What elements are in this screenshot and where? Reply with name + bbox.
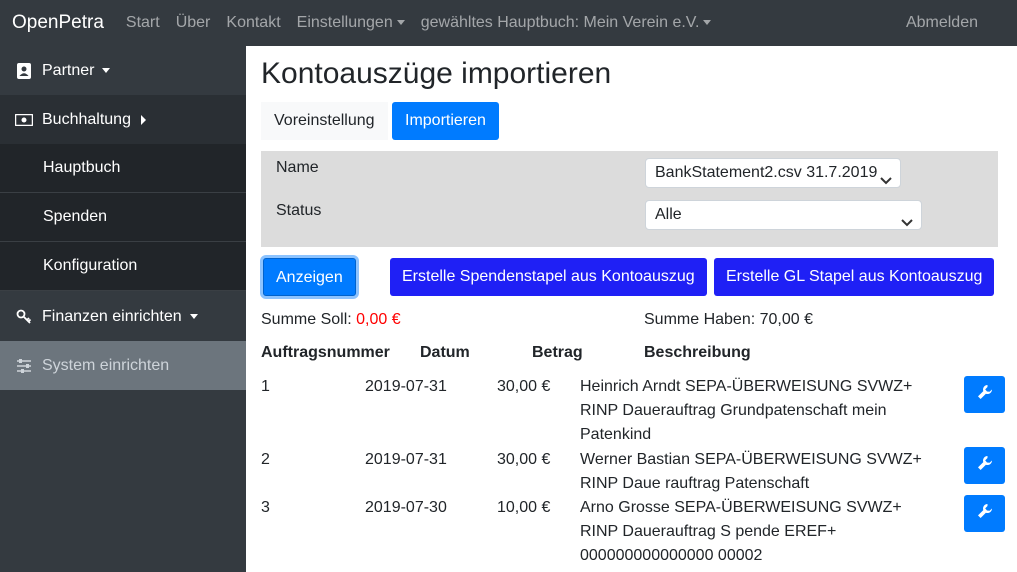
page-title: Kontoauszüge importieren xyxy=(261,57,612,90)
sidebar-item-label: System einrichten xyxy=(42,356,170,374)
header-datum: Datum xyxy=(420,344,470,361)
sidebar-item-konfiguration[interactable]: Konfiguration xyxy=(0,242,246,291)
show-button[interactable]: Anzeigen xyxy=(263,258,356,296)
status-select-value: Alle xyxy=(655,206,682,223)
chevron-down-icon xyxy=(396,20,405,26)
status-label: Status xyxy=(276,202,322,219)
sidebar-item-label: Hauptbuch xyxy=(43,159,121,176)
row-description: Werner Bastian SEPA-ÜBERWEISUNG SVWZ+ RI… xyxy=(580,451,922,492)
sidebar-item-label: Buchhaltung xyxy=(42,110,131,128)
wrench-icon xyxy=(977,503,993,524)
statement-select[interactable]: BankStatement2.csv 31.7.2019 xyxy=(645,158,901,188)
sidebar-item-label: Spenden xyxy=(43,208,108,225)
edit-row-button[interactable] xyxy=(964,447,1005,484)
row-amount: 30,00 € xyxy=(497,451,551,468)
sidebar-item-label: Finanzen einrichten xyxy=(42,307,182,325)
tab-importieren[interactable]: Importieren xyxy=(392,102,499,140)
money-bill-icon xyxy=(15,111,33,129)
nav-ledger-select[interactable]: gewähltes Hauptbuch: Mein Verein e.V. xyxy=(421,14,712,32)
nav-einstellungen-label: Einstellungen xyxy=(296,14,393,31)
name-label: Name xyxy=(276,159,319,176)
row-nr: 1 xyxy=(261,378,270,395)
chevron-down-icon xyxy=(901,210,913,238)
wrench-icon xyxy=(977,384,993,405)
nav-ueber[interactable]: Über xyxy=(176,14,211,32)
sidebar-item-label: Konfiguration xyxy=(43,257,138,274)
chevron-right-icon xyxy=(140,114,146,125)
row-date: 2019-07-30 xyxy=(365,499,447,516)
row-description: Heinrich Arndt SEPA-ÜBERWEISUNG SVWZ+ RI… xyxy=(580,378,913,443)
sidebar-item-label: Partner xyxy=(42,61,95,79)
sum-soll-value: 0,00 € xyxy=(356,311,401,328)
header-beschreibung: Beschreibung xyxy=(644,344,751,361)
nav-einstellungen[interactable]: Einstellungen xyxy=(297,14,405,32)
sidebar-item-spenden[interactable]: Spenden xyxy=(0,193,246,242)
filter-panel: Name BankStatement2.csv 31.7.2019 Status… xyxy=(261,151,998,247)
chevron-down-icon xyxy=(189,314,198,319)
sidebar-item-buchhaltung[interactable]: Buchhaltung xyxy=(0,95,246,144)
top-navbar: OpenPetra Start Über Kontakt Einstellung… xyxy=(0,0,1017,46)
sidebar-item-finanzen[interactable]: Finanzen einrichten xyxy=(0,292,246,341)
chevron-down-icon xyxy=(102,68,111,73)
header-auftragsnummer: Auftragsnummer xyxy=(261,344,390,361)
sidebar-item-system[interactable]: System einrichten xyxy=(0,341,246,390)
row-description: Arno Grosse SEPA-ÜBERWEISUNG SVWZ+ RINP … xyxy=(580,499,902,564)
row-nr: 3 xyxy=(261,499,270,516)
sum-soll: Summe Soll: 0,00 € xyxy=(261,311,401,329)
chevron-down-icon xyxy=(703,20,712,26)
row-date: 2019-07-31 xyxy=(365,451,447,468)
statement-select-value: BankStatement2.csv 31.7.2019 xyxy=(655,164,878,181)
sum-soll-label: Summe Soll: xyxy=(261,311,352,328)
chevron-down-icon xyxy=(880,168,892,196)
row-date: 2019-07-31 xyxy=(365,378,447,395)
create-donation-batch-button[interactable]: Erstelle Spendenstapel aus Kontoauszug xyxy=(390,258,707,296)
row-nr: 2 xyxy=(261,451,270,468)
logout-link[interactable]: Abmelden xyxy=(906,14,978,32)
nav-start[interactable]: Start xyxy=(126,14,160,32)
wrench-icon xyxy=(977,455,993,476)
row-amount: 30,00 € xyxy=(497,378,551,395)
keys-icon xyxy=(15,308,33,326)
tab-voreinstellung[interactable]: Voreinstellung xyxy=(261,102,388,140)
edit-row-button[interactable] xyxy=(964,495,1005,532)
row-amount: 10,00 € xyxy=(497,499,551,516)
status-select[interactable]: Alle xyxy=(645,200,922,230)
sum-haben: Summe Haben: 70,00 € xyxy=(644,311,813,328)
main-content: Kontoauszüge importieren Voreinstellung … xyxy=(246,46,1017,572)
sliders-icon xyxy=(15,357,33,375)
sidebar-item-hauptbuch[interactable]: Hauptbuch xyxy=(0,144,246,193)
nav-kontakt[interactable]: Kontakt xyxy=(226,14,280,32)
create-gl-batch-button[interactable]: Erstelle GL Stapel aus Kontoauszug xyxy=(714,258,995,296)
brand-logo[interactable]: OpenPetra xyxy=(12,12,104,34)
address-book-icon xyxy=(15,62,33,80)
edit-row-button[interactable] xyxy=(964,376,1005,413)
sidebar: Partner Buchhaltung Hauptbuch Spenden Ko… xyxy=(0,46,246,572)
nav-ledger-label: gewähltes Hauptbuch: Mein Verein e.V. xyxy=(420,14,700,31)
sidebar-item-partner[interactable]: Partner xyxy=(0,46,246,95)
header-betrag: Betrag xyxy=(532,344,583,361)
